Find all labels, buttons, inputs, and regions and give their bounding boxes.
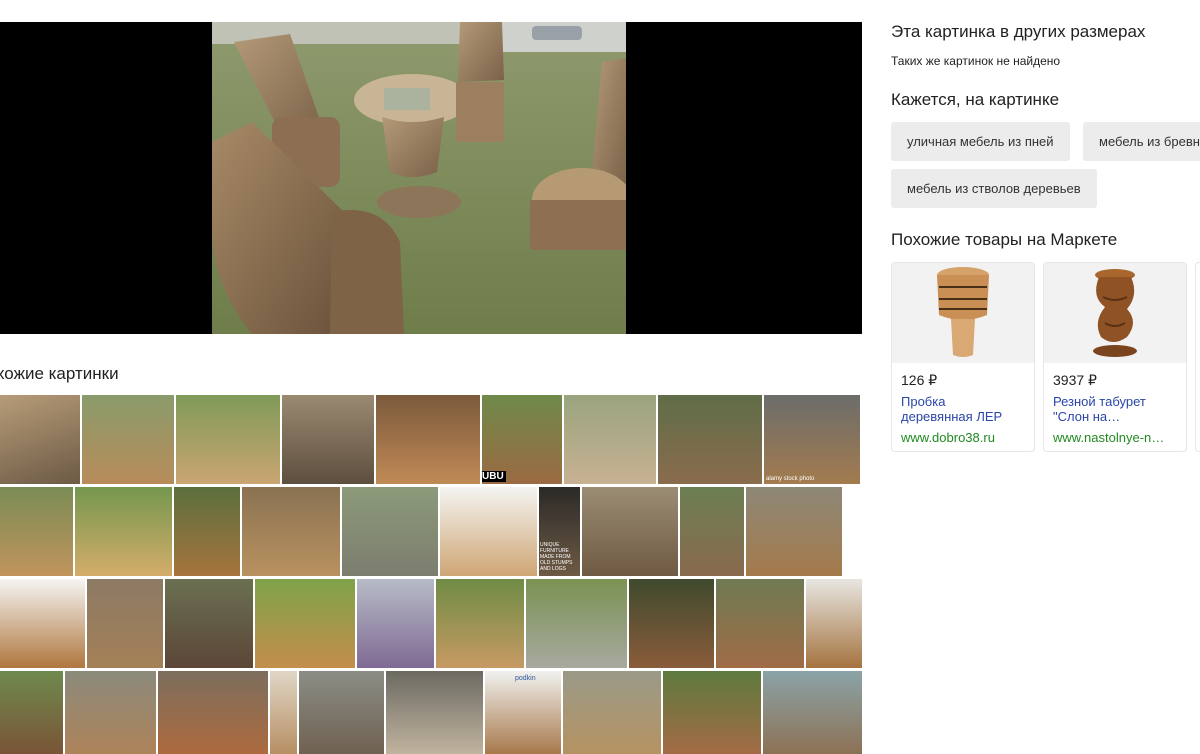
similar-thumb[interactable] xyxy=(386,671,483,754)
similar-thumb[interactable] xyxy=(174,487,240,576)
market-title: Похожие товары на Маркете xyxy=(891,230,1118,249)
similar-thumb[interactable] xyxy=(270,671,297,754)
product-title-line: Пробка xyxy=(901,394,946,409)
product-card-partial[interactable] xyxy=(1195,262,1200,452)
similar-images-grid: UBU alamy stock photo UNIQUE FURNITURE M… xyxy=(0,395,862,754)
similar-thumb[interactable] xyxy=(299,671,384,754)
product-title[interactable]: Резной табурет "Слон на… xyxy=(1053,394,1177,424)
product-title[interactable]: Пробка деревянная ЛЕР xyxy=(901,394,1025,424)
product-price: 3937 ₽ xyxy=(1053,372,1097,388)
product-image xyxy=(1044,263,1186,363)
similar-thumb[interactable] xyxy=(75,487,172,576)
similar-row: UBU alamy stock photo xyxy=(0,395,860,484)
similar-thumb[interactable]: UNIQUE FURNITURE MADE FROM OLD STUMPS AN… xyxy=(539,487,580,576)
similar-thumb[interactable] xyxy=(255,579,355,668)
wooden-plug-icon xyxy=(937,267,989,357)
similar-thumb[interactable] xyxy=(563,671,661,754)
similar-thumb[interactable] xyxy=(440,487,537,576)
similar-thumb[interactable] xyxy=(716,579,804,668)
main-preview[interactable] xyxy=(0,22,862,334)
product-card[interactable]: 126 ₽ Пробка деревянная ЛЕР www.dobro38.… xyxy=(891,262,1035,452)
tag-chip[interactable]: мебель из бревн xyxy=(1083,122,1200,161)
similar-thumb[interactable]: alamy stock photo xyxy=(764,395,860,484)
product-image xyxy=(892,263,1034,363)
similar-images-title: хожие картинки xyxy=(0,364,119,383)
similar-thumb[interactable] xyxy=(158,671,268,754)
similar-thumb[interactable] xyxy=(436,579,524,668)
product-price: 126 ₽ xyxy=(901,372,938,388)
similar-thumb[interactable] xyxy=(282,395,374,484)
thumb-caption: UNIQUE FURNITURE MADE FROM OLD STUMPS AN… xyxy=(540,542,573,572)
similar-thumb[interactable] xyxy=(658,395,762,484)
similar-thumb[interactable] xyxy=(763,671,862,754)
thumb-brand: podkin xyxy=(515,675,536,682)
similar-thumb[interactable] xyxy=(0,487,73,576)
tag-chip[interactable]: уличная мебель из пней xyxy=(891,122,1070,161)
similar-thumb[interactable] xyxy=(746,487,842,576)
thumb-watermark: UBU xyxy=(482,471,506,482)
similar-thumb[interactable] xyxy=(87,579,163,668)
tag-chip[interactable]: мебель из стволов деревьев xyxy=(891,169,1097,208)
tags-title: Кажется, на картинке xyxy=(891,90,1060,109)
preview-photo xyxy=(212,22,626,334)
similar-thumb[interactable] xyxy=(0,395,80,484)
similar-thumb[interactable] xyxy=(629,579,714,668)
similar-thumb[interactable] xyxy=(663,671,761,754)
similar-thumb[interactable] xyxy=(0,671,63,754)
similar-thumb[interactable] xyxy=(342,487,438,576)
other-sizes-title[interactable]: Эта картинка в других размерах xyxy=(891,22,1145,42)
similar-thumb[interactable] xyxy=(526,579,627,668)
product-title-line: деревянная ЛЕР xyxy=(901,409,1003,424)
product-card[interactable]: 3937 ₽ Резной табурет "Слон на… www.nast… xyxy=(1043,262,1187,452)
similar-thumb[interactable] xyxy=(806,579,862,668)
similar-thumb[interactable] xyxy=(582,487,678,576)
similar-row: UNIQUE FURNITURE MADE FROM OLD STUMPS AN… xyxy=(0,487,842,576)
carved-stool-icon xyxy=(1093,269,1137,357)
similar-thumb[interactable] xyxy=(176,395,280,484)
product-title-line: Резной табурет xyxy=(1053,394,1146,409)
similar-row xyxy=(0,579,862,668)
thumb-alamy-label: alamy stock photo xyxy=(766,476,815,482)
similar-thumb[interactable] xyxy=(357,579,434,668)
similar-thumb[interactable]: UBU xyxy=(482,395,562,484)
similar-thumb[interactable] xyxy=(0,579,85,668)
similar-thumb[interactable] xyxy=(376,395,480,484)
other-sizes-note: Таких же картинок не найдено xyxy=(891,54,1061,68)
similar-thumb[interactable]: podkin xyxy=(485,671,561,754)
product-title-line: "Слон на… xyxy=(1053,409,1121,424)
similar-thumb[interactable] xyxy=(680,487,744,576)
product-host[interactable]: www.nastolnye-n… xyxy=(1053,430,1177,445)
product-host[interactable]: www.dobro38.ru xyxy=(901,430,1025,445)
similar-thumb[interactable] xyxy=(564,395,656,484)
similar-thumb[interactable] xyxy=(242,487,340,576)
similar-row: podkin xyxy=(0,671,862,754)
similar-thumb[interactable] xyxy=(65,671,156,754)
similar-thumb[interactable] xyxy=(82,395,174,484)
similar-thumb[interactable] xyxy=(165,579,253,668)
